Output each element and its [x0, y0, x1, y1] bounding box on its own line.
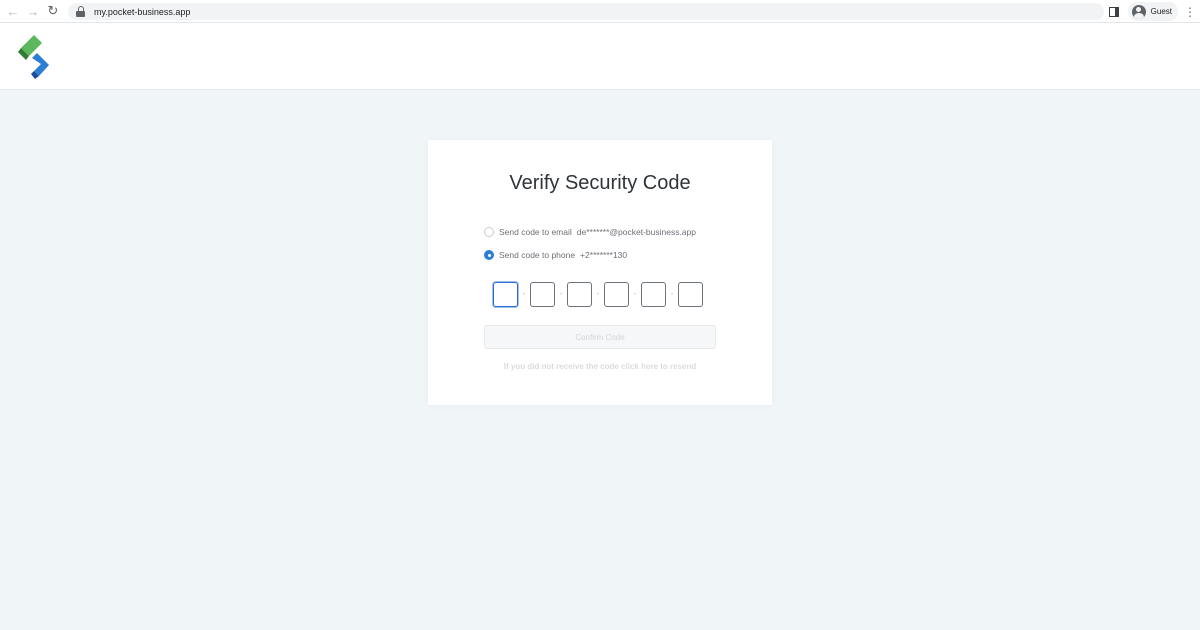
masked-phone: +2*******130 [580, 250, 628, 260]
code-digit-4[interactable] [604, 282, 629, 307]
resend-code-link[interactable]: If you did not receive the code click he… [428, 362, 772, 371]
pocket-business-logo[interactable] [17, 34, 53, 80]
code-digit-5[interactable] [641, 282, 666, 307]
app-header [0, 23, 1200, 90]
confirm-code-button[interactable]: Confirm Code [484, 325, 716, 349]
send-phone-option[interactable]: Send code to phone +2*******130 [484, 250, 627, 260]
phone-option-label: Send code to phone [499, 250, 576, 260]
browser-toolbar: ← → ↻ my.pocket-business.app Guest ⋮ [0, 0, 1200, 23]
profile-button[interactable]: Guest [1127, 2, 1178, 21]
code-separator: - [670, 291, 674, 298]
address-bar[interactable]: my.pocket-business.app [68, 3, 1104, 20]
code-separator: - [522, 291, 526, 298]
code-separator: - [596, 291, 600, 298]
code-separator: - [559, 291, 563, 298]
phone-radio[interactable] [484, 250, 494, 260]
code-digit-1[interactable] [493, 282, 518, 307]
back-icon[interactable]: ← [3, 0, 23, 23]
code-digit-2[interactable] [530, 282, 555, 307]
code-separator: - [633, 291, 637, 298]
code-digit-6[interactable] [678, 282, 703, 307]
reload-icon[interactable]: ↻ [43, 0, 63, 23]
verify-card: Verify Security Code Send code to email … [428, 140, 772, 405]
code-digit-3[interactable] [567, 282, 592, 307]
page-title: Verify Security Code [509, 172, 691, 194]
profile-label: Guest [1150, 7, 1172, 16]
lock-icon [76, 6, 85, 17]
side-panel-icon[interactable] [1108, 6, 1119, 17]
url-text: my.pocket-business.app [94, 6, 191, 17]
email-radio[interactable] [484, 227, 494, 237]
more-menu-icon[interactable]: ⋮ [1184, 6, 1196, 18]
email-option-label: Send code to email [499, 227, 572, 237]
guest-avatar-icon [1131, 4, 1146, 19]
send-email-option[interactable]: Send code to email de*******@pocket-busi… [484, 227, 696, 237]
masked-email: de*******@pocket-business.app [576, 227, 696, 237]
code-input-group: - - - - - [493, 282, 703, 307]
forward-icon[interactable]: → [23, 0, 43, 23]
